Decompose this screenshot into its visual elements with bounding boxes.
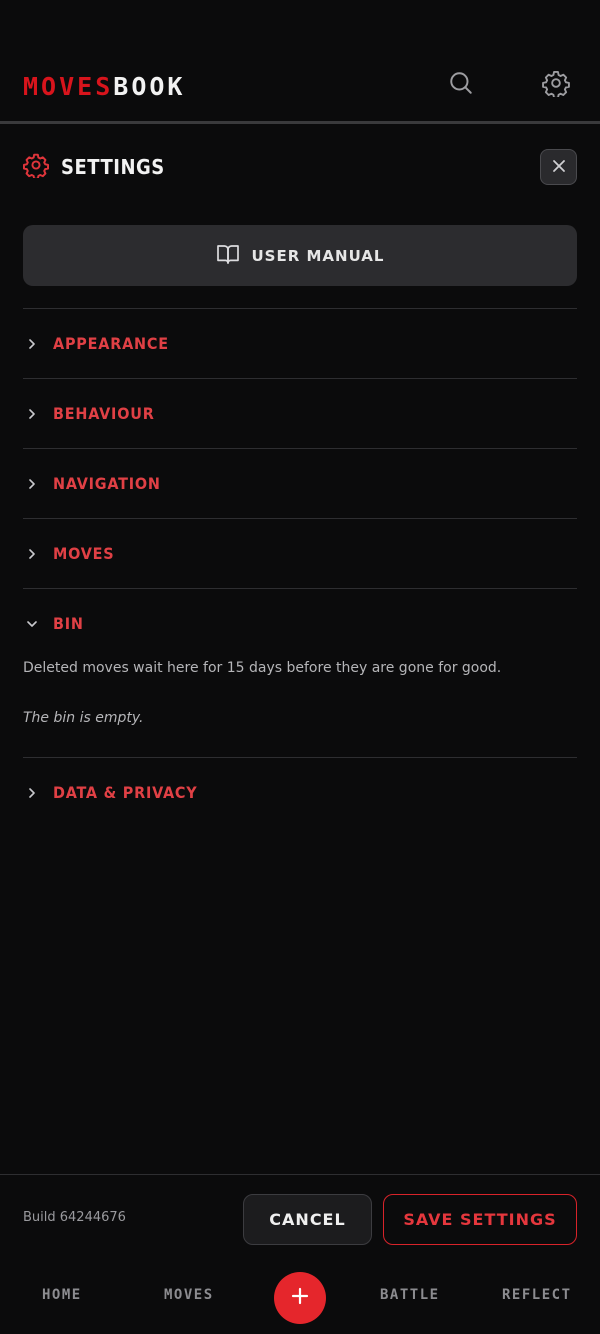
section-bin: BIN Deleted moves wait here for 15 days … <box>23 588 577 757</box>
chevron-right-icon <box>27 408 37 419</box>
logo-white-part: BOOK <box>113 72 186 101</box>
section-navigation: NAVIGATION <box>23 448 577 518</box>
section-toggle-data-privacy[interactable]: DATA & PRIVACY <box>23 758 577 827</box>
section-label: MOVES <box>53 544 115 563</box>
bin-description: Deleted moves wait here for 15 days befo… <box>23 660 502 676</box>
section-toggle-moves[interactable]: MOVES <box>23 519 577 588</box>
section-label: NAVIGATION <box>53 474 161 493</box>
chevron-right-icon <box>27 787 37 798</box>
user-manual-button[interactable]: USER MANUAL <box>23 225 577 286</box>
section-toggle-navigation[interactable]: NAVIGATION <box>23 449 577 518</box>
section-label: DATA & PRIVACY <box>53 783 198 802</box>
user-manual-label: USER MANUAL <box>251 246 385 265</box>
nav-battle[interactable]: BATTLE <box>380 1287 440 1303</box>
save-settings-button[interactable]: SAVE SETTINGS <box>383 1194 577 1245</box>
footer: Build 64244676 CANCEL SAVE SETTINGS HOME… <box>0 1174 600 1334</box>
nav-home[interactable]: HOME <box>42 1287 82 1303</box>
section-data-privacy: DATA & PRIVACY <box>23 757 577 827</box>
nav-moves[interactable]: MOVES <box>164 1287 214 1303</box>
section-toggle-appearance[interactable]: APPEARANCE <box>23 309 577 378</box>
section-label: BIN <box>53 614 84 633</box>
chevron-right-icon <box>27 478 37 489</box>
cancel-button[interactable]: CANCEL <box>243 1194 372 1245</box>
build-number: Build 64244676 <box>23 1210 126 1225</box>
section-toggle-bin[interactable]: BIN <box>23 589 577 658</box>
gear-icon[interactable] <box>541 68 571 98</box>
chevron-right-icon <box>27 338 37 349</box>
section-label: APPEARANCE <box>53 334 169 353</box>
bin-empty-message: The bin is empty. <box>23 710 144 726</box>
section-appearance: APPEARANCE <box>23 308 577 378</box>
close-icon <box>552 158 566 177</box>
nav-reflect[interactable]: REFLECT <box>502 1287 572 1303</box>
top-bar: MOVESBOOK <box>0 0 600 124</box>
section-label: BEHAVIOUR <box>53 404 155 423</box>
section-moves: MOVES <box>23 518 577 588</box>
settings-gear-icon <box>23 152 49 182</box>
settings-header: SETTINGS <box>23 150 165 184</box>
chevron-down-icon <box>27 619 37 629</box>
settings-sections: APPEARANCE BEHAVIOUR NAVIGATION MOVES BI… <box>23 308 577 827</box>
search-icon[interactable] <box>446 68 476 98</box>
book-icon <box>216 243 240 269</box>
section-behaviour: BEHAVIOUR <box>23 378 577 448</box>
plus-icon <box>291 1287 309 1309</box>
page-title: SETTINGS <box>61 155 165 179</box>
bin-content: Deleted moves wait here for 15 days befo… <box>23 658 577 757</box>
add-move-button[interactable] <box>274 1272 326 1324</box>
app-logo[interactable]: MOVESBOOK <box>23 72 185 102</box>
section-toggle-behaviour[interactable]: BEHAVIOUR <box>23 379 577 448</box>
logo-red-part: MOVES <box>23 72 114 101</box>
close-button[interactable] <box>540 149 577 185</box>
chevron-right-icon <box>27 548 37 559</box>
